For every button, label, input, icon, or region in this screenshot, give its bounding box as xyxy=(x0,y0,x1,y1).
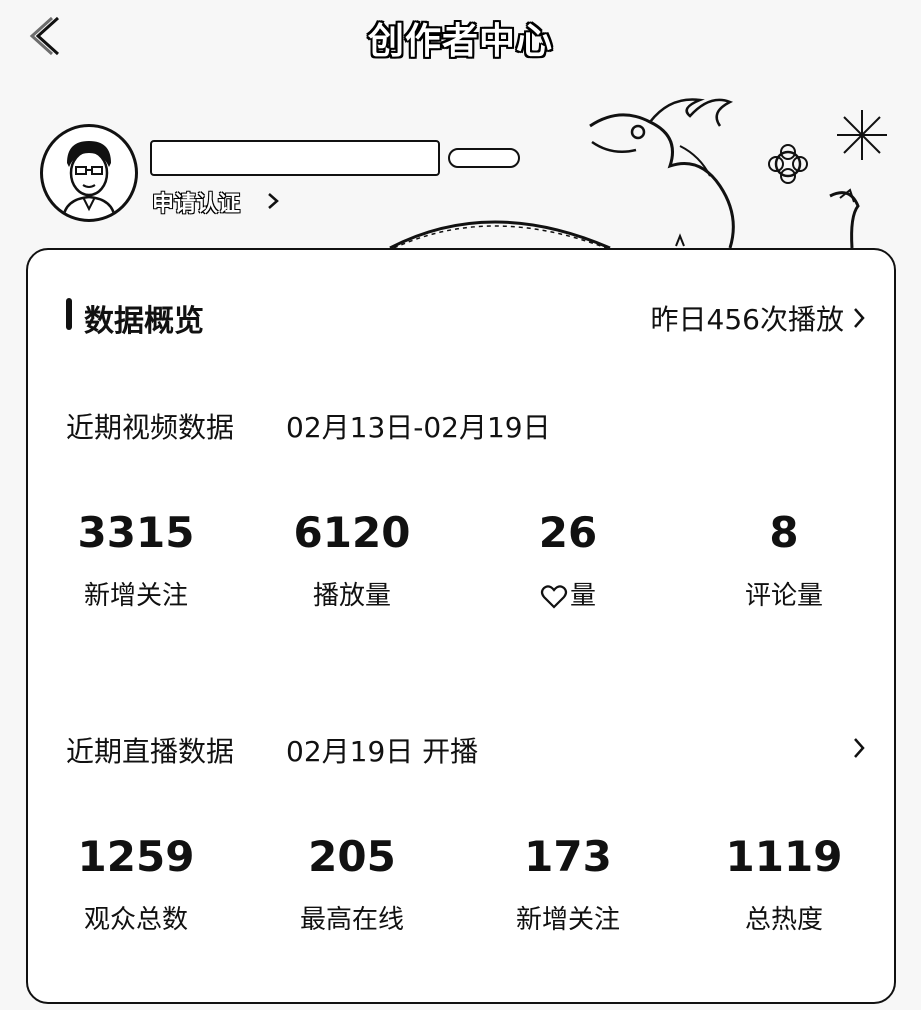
stat-value: 6120 xyxy=(293,508,411,557)
page-title: 创作者中心 xyxy=(367,21,553,62)
overview-title: 数据概览 xyxy=(84,304,204,339)
stat-label: 总热度 xyxy=(744,905,823,935)
yesterday-plays-text: 昨日456次播放 xyxy=(650,303,844,336)
dragon-decoration-icon xyxy=(389,98,887,250)
stat-value: 1119 xyxy=(725,832,843,881)
stat-plays[interactable]: 6120 播放量 xyxy=(244,506,460,614)
data-overview-card: 数据概览 昨日456次播放 近期视频数据 02月13日-02月19日 3315 … xyxy=(26,248,896,1004)
apply-certification-link[interactable]: 申请认证 xyxy=(152,186,240,218)
section-marker xyxy=(66,298,72,330)
overview-header: 数据概览 昨日456次播放 xyxy=(66,296,866,339)
video-data-row: 近期视频数据 02月13日-02月19日 xyxy=(66,406,866,446)
heart-icon xyxy=(540,584,568,609)
stat-value: 3315 xyxy=(77,508,195,557)
chevron-right-icon xyxy=(854,738,865,758)
top-bar: 创作者中心 xyxy=(0,0,921,80)
chevron-right-icon xyxy=(854,308,865,328)
stat-label: 量 xyxy=(569,581,596,611)
video-stats: 3315 新增关注 6120 播放量 26 量 8 评论量 xyxy=(28,506,894,626)
stat-value: 205 xyxy=(308,832,396,881)
stat-total-heat[interactable]: 1119 总热度 xyxy=(676,830,892,938)
stat-value: 1259 xyxy=(77,832,195,881)
stat-live-new-followers[interactable]: 173 新增关注 xyxy=(460,830,676,938)
chevron-right-icon xyxy=(268,193,279,209)
avatar[interactable] xyxy=(40,124,138,222)
stat-label: 评论量 xyxy=(744,581,823,611)
stat-value: 173 xyxy=(524,832,612,881)
yesterday-plays-link[interactable]: 昨日456次播放 xyxy=(651,298,866,338)
flower-ornament-icon xyxy=(768,144,808,184)
stat-label: 新增关注 xyxy=(515,905,620,935)
live-data-row[interactable]: 近期直播数据 02月19日 开播 xyxy=(66,730,866,770)
avatar-portrait-icon xyxy=(61,141,117,219)
stat-new-followers[interactable]: 3315 新增关注 xyxy=(28,506,244,614)
creator-center-page: 创作者中心 申请认证 数据概览 昨日456次播放 近期视频数据 02月13日-0… xyxy=(0,0,921,1010)
live-data-label: 近期直播数据 xyxy=(66,735,235,768)
video-date-range: 02月13日-02月19日 xyxy=(286,411,551,444)
stat-value: 8 xyxy=(769,508,799,557)
stat-comments[interactable]: 8 评论量 xyxy=(676,506,892,614)
stat-peak-online[interactable]: 205 最高在线 xyxy=(244,830,460,938)
stat-label: 新增关注 xyxy=(83,581,188,611)
sparkle-ornament-icon xyxy=(837,110,887,160)
stat-label: 播放量 xyxy=(312,581,391,611)
stat-total-viewers[interactable]: 1259 观众总数 xyxy=(28,830,244,938)
video-data-label: 近期视频数据 xyxy=(66,411,235,444)
live-stats: 1259 观众总数 205 最高在线 173 新增关注 1119 总热度 xyxy=(28,830,894,950)
stat-label: 最高在线 xyxy=(299,905,404,935)
stat-label-row: 量 xyxy=(460,578,676,614)
live-date: 02月19日 开播 xyxy=(286,735,479,768)
stat-value: 26 xyxy=(538,508,598,557)
stat-label: 观众总数 xyxy=(83,905,188,935)
stat-likes[interactable]: 26 量 xyxy=(460,506,676,614)
